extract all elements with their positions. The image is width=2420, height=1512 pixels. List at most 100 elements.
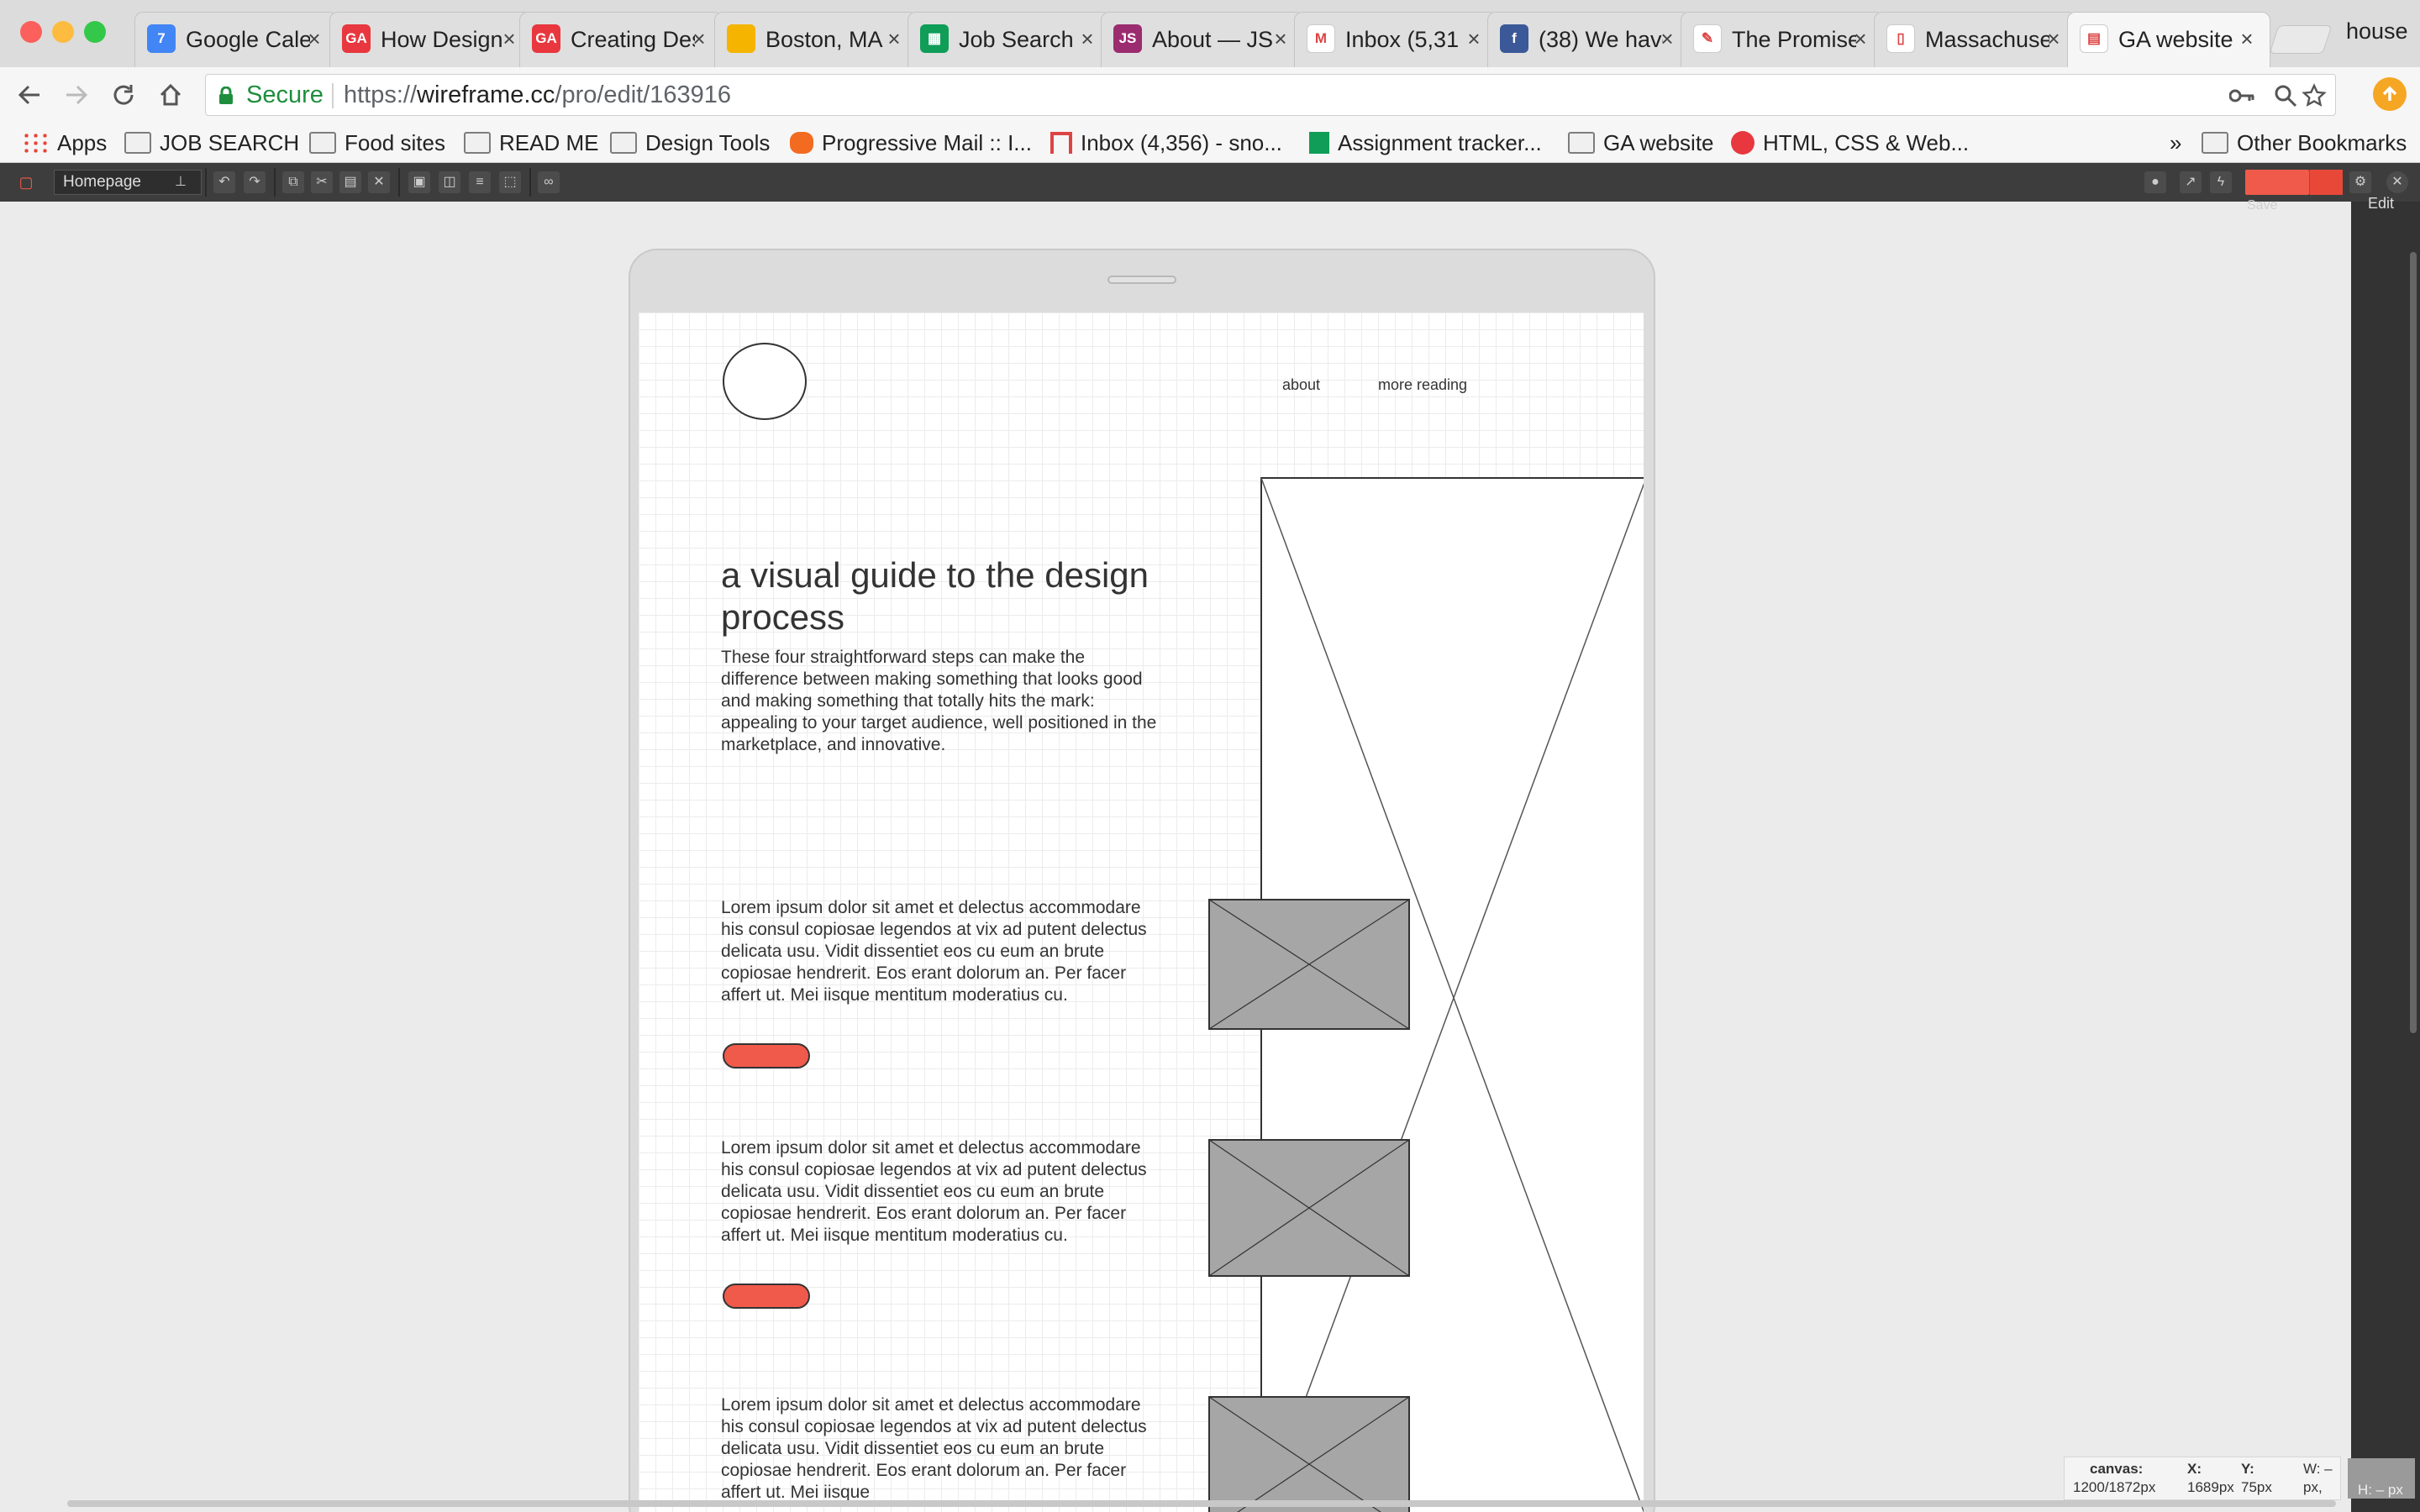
ga-icon: GA	[532, 24, 560, 53]
tab-close-button[interactable]: ×	[1848, 26, 1873, 51]
tab-title: Job Search	[959, 27, 1074, 52]
tab-title: Creating Design	[571, 27, 695, 52]
home-button[interactable]	[151, 76, 190, 114]
delete-icon[interactable]: ✕	[368, 171, 390, 193]
tab-close-button[interactable]: ×	[497, 26, 522, 51]
tab-close-button[interactable]: ×	[1075, 26, 1100, 51]
section-image-placeholder[interactable]	[1208, 899, 1410, 1030]
minimize-window-button[interactable]	[52, 21, 74, 43]
new-tab-button[interactable]	[2269, 25, 2333, 54]
bookmark-item[interactable]: Apps	[22, 126, 107, 160]
url-divider	[332, 83, 334, 108]
forward-button[interactable]	[57, 76, 96, 114]
lock-element-icon[interactable]: ▣	[408, 171, 430, 193]
tab-close-button[interactable]: ×	[881, 26, 907, 51]
bookmark-label: Progressive Mail :: I...	[822, 129, 1032, 155]
zoom-icon[interactable]	[2271, 81, 2300, 110]
section-image-placeholder[interactable]	[1208, 1139, 1410, 1277]
apps-icon	[22, 132, 49, 154]
url-text[interactable]: https://wireframe.cc/pro/edit/163916	[344, 81, 731, 109]
gmail-icon	[1050, 132, 1072, 154]
bookmark-item[interactable]: Assignment tracker...	[1309, 126, 1542, 160]
bookmark-star-icon[interactable]	[2300, 81, 2328, 110]
reload-button[interactable]	[104, 76, 143, 114]
nav-link-about[interactable]: about	[1282, 376, 1320, 394]
browser-tab[interactable]: ✎ The Promise ×	[1681, 12, 1884, 67]
save-button[interactable]	[2245, 170, 2309, 195]
browser-tab[interactable]: GA How Design ×	[329, 12, 533, 67]
layer-order-icon[interactable]: ◫	[439, 171, 460, 193]
tab-close-button[interactable]: ×	[1461, 26, 1486, 51]
bookmark-item[interactable]: HTML, CSS & Web...	[1731, 126, 1969, 160]
browser-tab[interactable]: ▤ GA website ×	[2067, 12, 2270, 67]
comment-icon[interactable]: ●	[2144, 171, 2166, 193]
bookmark-label: Assignment tracker...	[1338, 129, 1542, 155]
browser-tab[interactable]: JS About — JS ×	[1101, 12, 1304, 67]
close-editor-icon[interactable]: ✕	[2386, 171, 2408, 193]
browser-tab[interactable]: GA Creating Design×	[519, 12, 723, 67]
link-icon[interactable]: ∞	[538, 171, 560, 193]
section-text[interactable]: Lorem ipsum dolor sit amet et delectus a…	[721, 1137, 1158, 1247]
page-headline[interactable]: a visual guide to the design process	[721, 554, 1158, 638]
bookmark-label: GA website	[1603, 129, 1714, 155]
sitemap-icon[interactable]: ⊥	[170, 171, 192, 193]
bookmark-item[interactable]: Design Tools	[610, 126, 770, 160]
bookmark-item[interactable]: Inbox (4,356) - sno...	[1050, 126, 1282, 160]
update-icon[interactable]	[2373, 77, 2407, 111]
close-window-button[interactable]	[20, 21, 42, 43]
secure-label: Secure	[246, 81, 324, 108]
copy-icon[interactable]: ⧉	[282, 171, 304, 193]
tab-title: (38) We have	[1539, 27, 1663, 52]
undo-icon[interactable]: ↶	[213, 171, 235, 193]
logo-placeholder[interactable]	[723, 343, 807, 420]
bookmark-item[interactable]: READ ME	[464, 126, 598, 160]
section-button[interactable]	[723, 1043, 810, 1068]
section-button[interactable]	[723, 1284, 810, 1309]
tab-close-button[interactable]: ×	[687, 26, 712, 51]
profile-name[interactable]: house	[2346, 18, 2408, 45]
history-button[interactable]	[2309, 170, 2343, 195]
tab-close-button[interactable]: ×	[2041, 26, 2066, 51]
ga-icon	[1731, 131, 1754, 155]
tab-close-button[interactable]: ×	[1655, 26, 1680, 51]
url-scheme: https://	[344, 81, 418, 108]
tab-close-button[interactable]: ×	[302, 26, 327, 51]
bookmark-item[interactable]: GA website	[1568, 126, 1714, 160]
browser-tab[interactable]: ▯ Massachusetts×	[1874, 12, 2077, 67]
redo-icon[interactable]: ↷	[244, 171, 266, 193]
key-icon[interactable]	[2228, 81, 2256, 110]
section-text[interactable]: Lorem ipsum dolor sit amet et delectus a…	[721, 897, 1158, 1006]
bookmark-label: Apps	[57, 129, 108, 155]
cut-icon[interactable]: ✂	[311, 171, 333, 193]
paste-icon[interactable]: ▤	[339, 171, 361, 193]
share-icon[interactable]: ↗	[2180, 171, 2202, 193]
maximize-window-button[interactable]	[84, 21, 106, 43]
intro-paragraph[interactable]: These four straightforward steps can mak…	[721, 647, 1158, 756]
browser-tab[interactable]: 7 Google Calendar×	[134, 12, 338, 67]
align-icon[interactable]: ≡	[469, 171, 491, 193]
bookmark-item[interactable]: Food sites	[309, 126, 445, 160]
bookmark-item[interactable]: Progressive Mail :: I...	[790, 126, 1032, 160]
tab-close-button[interactable]: ×	[2234, 26, 2260, 51]
bookmark-item[interactable]: JOB SEARCH	[124, 126, 299, 160]
back-button[interactable]	[10, 76, 49, 114]
section-image-placeholder[interactable]	[1208, 1396, 1410, 1512]
group-icon[interactable]: ⬚	[499, 171, 521, 193]
canvas-scrollbar[interactable]	[67, 1500, 2336, 1507]
edit-label[interactable]: Edit	[2368, 195, 2394, 213]
browser-tab[interactable]: Boston, MA ×	[714, 12, 918, 67]
section-text[interactable]: Lorem ipsum dolor sit amet et delectus a…	[721, 1394, 1158, 1505]
flash-icon[interactable]: ϟ	[2210, 171, 2232, 193]
tab-close-button[interactable]: ×	[1268, 26, 1293, 51]
browser-tab[interactable]: f (38) We have ×	[1487, 12, 1691, 67]
panel-scrollbar[interactable]	[2410, 252, 2417, 1033]
tab-title: Inbox (5,31	[1345, 27, 1460, 52]
browser-tab[interactable]: M Inbox (5,31 ×	[1294, 12, 1497, 67]
device-icon[interactable]: ▢	[15, 171, 37, 193]
address-bar[interactable]: Secure https://wireframe.cc/pro/edit/163…	[205, 74, 2336, 116]
other-bookmarks[interactable]: Other Bookmarks	[2202, 126, 2407, 160]
nav-link-more-reading[interactable]: more reading	[1378, 376, 1467, 394]
browser-tab[interactable]: ▦ Job Search ×	[908, 12, 1111, 67]
bookmarks-overflow-button[interactable]: »	[2170, 126, 2181, 160]
settings-icon[interactable]: ⚙	[2349, 171, 2371, 193]
